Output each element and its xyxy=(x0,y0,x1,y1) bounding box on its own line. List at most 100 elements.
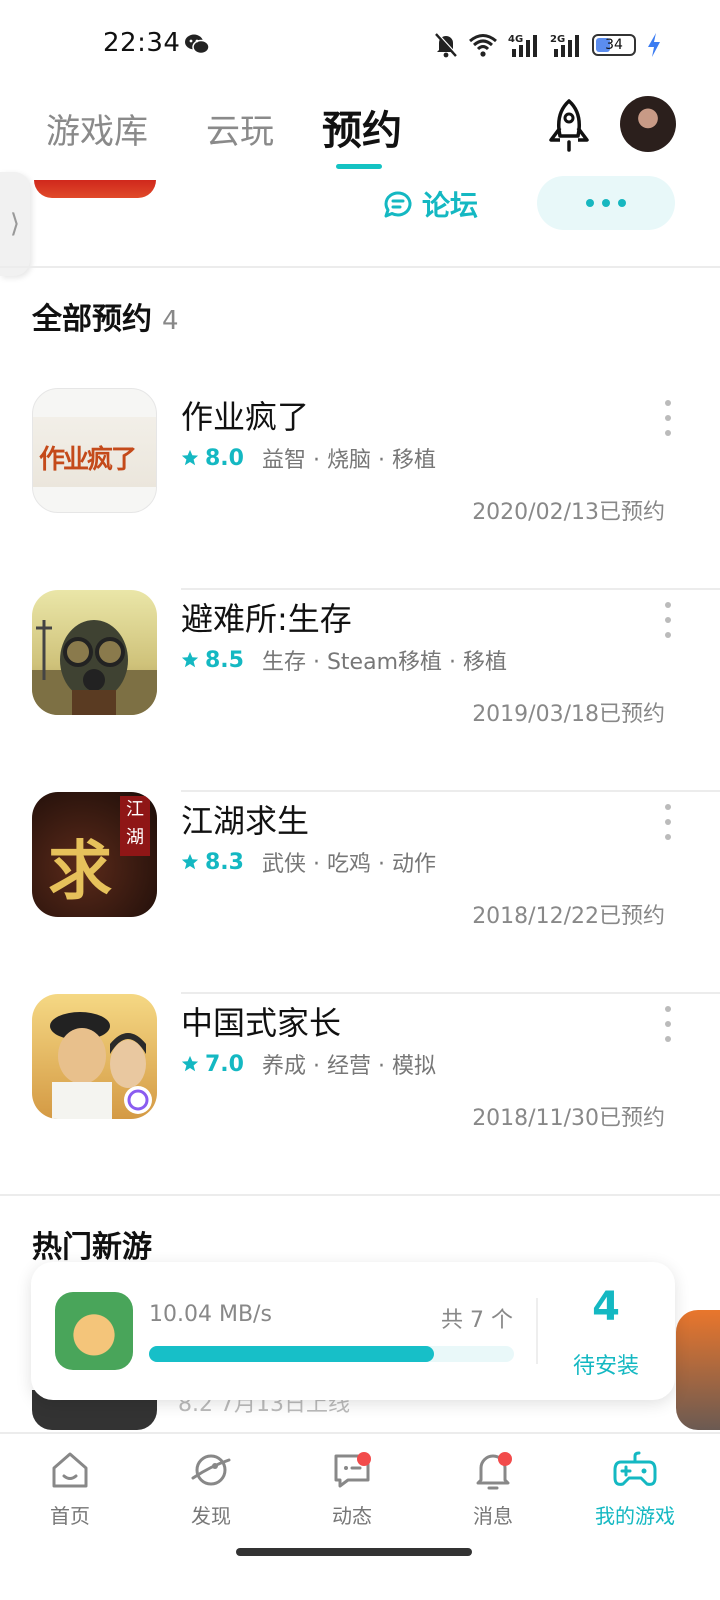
nav-home[interactable]: 首页 xyxy=(15,1448,125,1529)
discover-icon xyxy=(191,1454,231,1486)
nav-home-label: 首页 xyxy=(50,1504,90,1528)
download-total: 共 7 个 xyxy=(441,1308,513,1333)
game-rating: 8.5 xyxy=(205,647,244,673)
forum-label: 论坛 xyxy=(422,189,479,222)
hot-new-games-title: 热门新游 xyxy=(32,1230,152,1265)
game-row[interactable]: 求生 江湖 江湖求生 8.3 武侠 · 吃鸡 · 动作 2018/12/22已预… xyxy=(0,792,720,994)
gamepad-icon xyxy=(613,1451,657,1486)
download-status-card[interactable]: 10.04 MB/s 共 7 个 4 待安装 xyxy=(31,1262,675,1400)
avatar[interactable] xyxy=(620,96,676,152)
top-tab-bar: 游戏库 云玩 预约 xyxy=(0,90,720,180)
bell-off-icon xyxy=(435,32,458,58)
battery-level: 34 xyxy=(605,37,623,53)
game-row[interactable]: 中国式家长 7.0 养成 · 经营 · 模拟 2018/11/30已预约 xyxy=(0,994,720,1196)
notification-dot xyxy=(498,1452,512,1466)
game-name: 中国式家长 xyxy=(181,1004,342,1042)
dot xyxy=(586,199,594,207)
game-rating: 8.3 xyxy=(205,849,244,875)
download-progress-fill xyxy=(149,1346,434,1362)
nav-feed-label: 动态 xyxy=(332,1504,372,1528)
download-speed: 10.04 MB/s xyxy=(149,1302,272,1327)
more-options-button[interactable] xyxy=(537,176,675,230)
forum-icon xyxy=(384,191,412,218)
status-bar: 22:34 4G 2G 34 xyxy=(0,0,720,90)
dot xyxy=(618,199,626,207)
notification-dot xyxy=(357,1452,371,1466)
game-meta: 7.0 养成 · 经营 · 模拟 xyxy=(181,1048,436,1080)
section-count: 4 xyxy=(162,306,179,336)
reservation-date: 2018/12/22已预约 xyxy=(472,904,665,929)
charging-icon xyxy=(648,33,660,57)
star-icon xyxy=(181,651,199,668)
signal-net-label: 4G xyxy=(508,34,523,45)
wifi-icon xyxy=(469,34,497,57)
gas-mask-art xyxy=(32,620,157,715)
kebab-menu-icon[interactable] xyxy=(662,602,674,638)
tab-reservations[interactable]: 预约 xyxy=(322,98,402,156)
game-rating: 7.0 xyxy=(205,1051,244,1077)
downloading-game-icon xyxy=(55,1292,133,1370)
parents-art xyxy=(50,1012,152,1119)
game-icon[interactable]: 作业疯了 xyxy=(32,388,157,513)
chevron-right-icon: ⟩ xyxy=(9,209,21,239)
nav-feed[interactable]: 动态 xyxy=(297,1448,407,1529)
game-tags: 武侠 · 吃鸡 · 动作 xyxy=(261,852,436,877)
game-icon[interactable] xyxy=(32,590,157,715)
game-tags: 生存 · Steam移植 · 移植 xyxy=(261,650,507,675)
game-name: 江湖求生 xyxy=(181,802,310,840)
nav-discover-label: 发现 xyxy=(191,1504,231,1528)
prev-game-icon[interactable] xyxy=(34,180,156,198)
home-icon xyxy=(52,1452,88,1488)
pending-install-label[interactable]: 待安装 xyxy=(551,1348,661,1380)
side-drawer-handle[interactable]: ⟩ xyxy=(0,172,30,276)
nav-messages[interactable]: 消息 xyxy=(438,1448,548,1529)
home-indicator[interactable] xyxy=(236,1548,472,1556)
game-row[interactable]: 作业疯了 作业疯了 8.0 益智 · 烧脑 · 移植 2020/02/13已预约 xyxy=(0,388,720,590)
star-icon xyxy=(181,1055,199,1072)
status-time: 22:34 xyxy=(103,28,181,58)
signal-icon-2: 2G xyxy=(550,34,579,57)
star-icon xyxy=(181,853,199,870)
section-title: 全部预约 4 xyxy=(32,294,179,338)
dot xyxy=(602,199,610,207)
reservation-date: 2019/03/18已预约 xyxy=(472,702,665,727)
nav-my-games[interactable]: 我的游戏 xyxy=(580,1448,690,1529)
icon-art-text: 作业疯了 xyxy=(39,445,137,475)
game-tags: 益智 · 烧脑 · 移植 xyxy=(261,448,436,473)
game-icon[interactable] xyxy=(32,994,157,1119)
active-tab-indicator xyxy=(336,164,382,169)
kebab-menu-icon[interactable] xyxy=(662,804,674,840)
game-name: 作业疯了 xyxy=(181,398,310,436)
game-row[interactable]: 避难所:生存 8.5 生存 · Steam移植 · 移植 2019/03/18已… xyxy=(0,590,720,792)
signal-net-label-2: 2G xyxy=(550,34,565,45)
signal-icon: 4G xyxy=(508,34,537,57)
wechat-icon xyxy=(185,34,210,55)
icon-art-seal: 江湖 xyxy=(120,796,150,856)
rocket-icon[interactable] xyxy=(543,98,595,154)
game-icon[interactable]: 求生 江湖 xyxy=(32,792,157,917)
divider xyxy=(536,1298,538,1364)
pending-install-count[interactable]: 4 xyxy=(551,1284,661,1330)
battery-icon: 34 xyxy=(592,34,636,56)
nav-my-games-label: 我的游戏 xyxy=(595,1504,675,1528)
reservation-date: 2018/11/30已预约 xyxy=(472,1106,665,1131)
game-tags: 养成 · 经营 · 模拟 xyxy=(261,1054,436,1079)
kebab-menu-icon[interactable] xyxy=(662,1006,674,1042)
game-meta: 8.0 益智 · 烧脑 · 移植 xyxy=(181,442,436,474)
game-meta: 8.5 生存 · Steam移植 · 移植 xyxy=(181,644,507,676)
divider xyxy=(0,266,720,268)
section-title-text: 全部预约 xyxy=(32,302,152,337)
game-name: 避难所:生存 xyxy=(181,600,352,638)
tab-cloud-play[interactable]: 云玩 xyxy=(206,104,274,153)
tab-game-library[interactable]: 游戏库 xyxy=(46,104,148,153)
nav-discover[interactable]: 发现 xyxy=(156,1448,266,1529)
bottom-nav: 首页 发现 动态 消息 我的游戏 xyxy=(0,1432,720,1540)
nav-messages-label: 消息 xyxy=(473,1504,513,1528)
reservation-date: 2020/02/13已预约 xyxy=(472,500,665,525)
game-meta: 8.3 武侠 · 吃鸡 · 动作 xyxy=(181,846,436,878)
star-icon xyxy=(181,449,199,466)
hot-game-icon-2[interactable] xyxy=(676,1310,720,1430)
forum-link[interactable]: 论坛 xyxy=(382,184,478,224)
game-rating: 8.0 xyxy=(205,445,244,471)
kebab-menu-icon[interactable] xyxy=(662,400,674,436)
